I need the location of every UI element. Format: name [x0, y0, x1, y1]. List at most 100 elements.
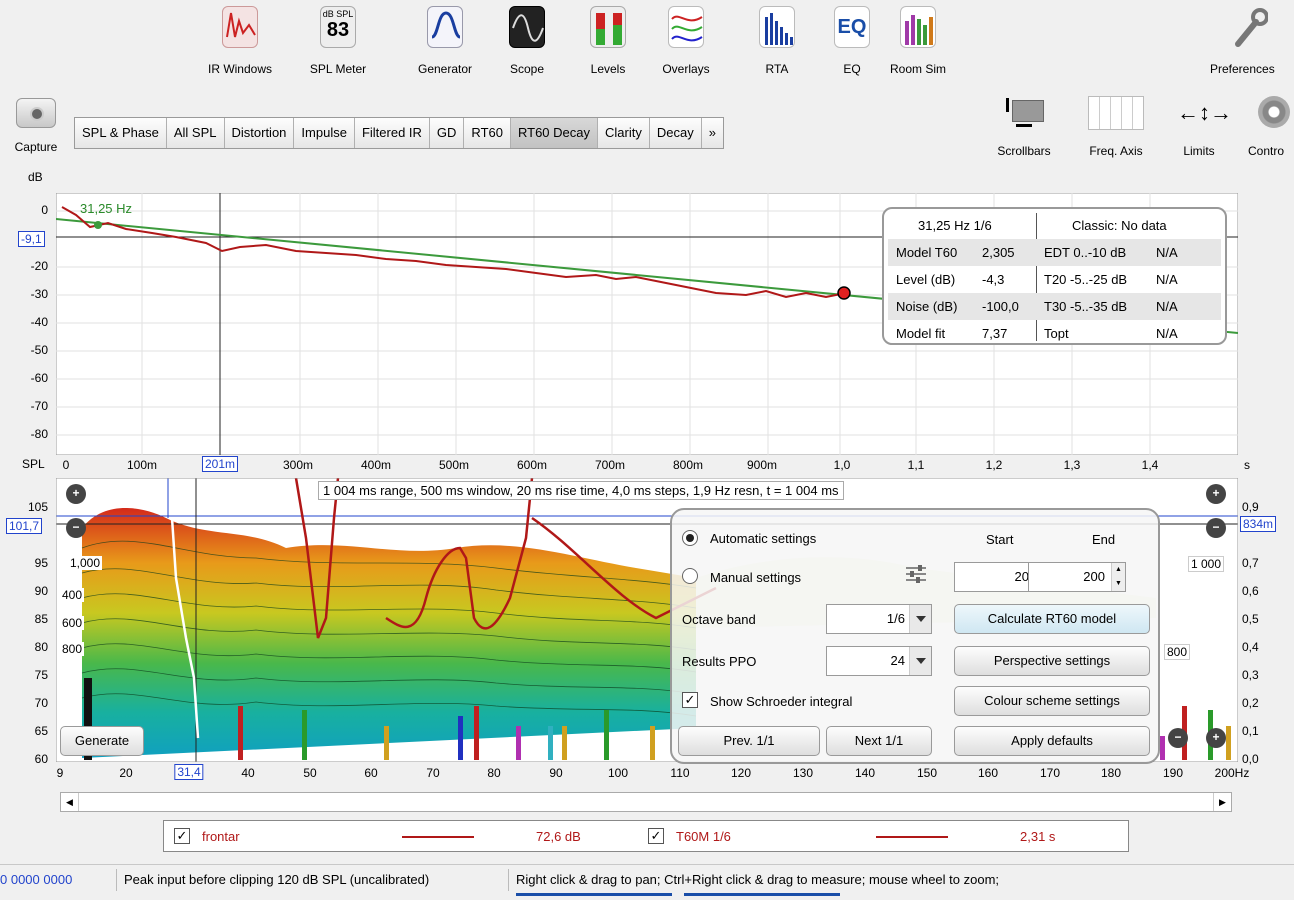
tab-rt60-decay[interactable]: RT60 Decay [510, 118, 598, 148]
meter-bar-left [516, 893, 672, 896]
octave-band-select[interactable]: 1/6 [826, 604, 932, 634]
time-x-tick: 100m [126, 458, 158, 472]
tab-gd[interactable]: GD [430, 118, 465, 148]
end-spinner-icon[interactable]: ▲ ▼ [1111, 563, 1125, 591]
freq-x-tick: 190 [1162, 766, 1184, 780]
spl-y-tick: 85 [34, 612, 48, 626]
scope-button[interactable]: Scope [487, 4, 567, 80]
rta-label: RTA [765, 62, 789, 76]
preferences-label: Preferences [1210, 62, 1275, 76]
top-y-tick: -30 [30, 287, 48, 301]
status-counter: 0 0000 0000 [0, 872, 73, 887]
tab-all-spl[interactable]: All SPL [167, 118, 225, 148]
right-cursor-value: 834m [1240, 516, 1277, 532]
generator-button[interactable]: Generator [405, 4, 485, 80]
waterfall-info-line: 1 004 ms range, 500 ms window, 20 ms ris… [318, 481, 844, 500]
legend-checkbox-t60m[interactable]: ✓ [648, 828, 664, 844]
next-button[interactable]: Next 1/1 [826, 726, 932, 756]
spl-y-tick: 80 [34, 640, 48, 654]
generate-button[interactable]: Generate [60, 726, 144, 756]
schroeder-checkbox[interactable]: ✓ [682, 692, 698, 708]
top-y-tick: -20 [30, 259, 48, 273]
zoom-in-right-icon[interactable]: + [1206, 484, 1226, 504]
chevron-down-icon [909, 647, 931, 675]
bottom-graph-unit: SPL [22, 457, 45, 471]
zoom-out-icon[interactable]: − [66, 518, 86, 538]
rta-icon [759, 6, 795, 48]
prev-button[interactable]: Prev. 1/1 [678, 726, 820, 756]
right-tick: 0,7 [1242, 556, 1259, 570]
tab-impulse[interactable]: Impulse [294, 118, 355, 148]
zoom-in-bottom-icon[interactable]: + [1206, 728, 1226, 748]
controls-button[interactable]: Contro [1240, 96, 1294, 158]
spl-y-tick: 70 [34, 696, 48, 710]
room-sim-icon [900, 6, 936, 48]
tab-spl-phase[interactable]: SPL & Phase [75, 118, 167, 148]
calculate-rt60-model-button[interactable]: Calculate RT60 model [954, 604, 1150, 634]
sliders-icon[interactable] [904, 562, 928, 586]
ir-windows-label: IR Windows [207, 62, 272, 76]
freq-x-tick: 40 [241, 766, 255, 780]
levels-button[interactable]: Levels [568, 4, 648, 80]
status-bar: 0 0000 0000 Peak input before clipping 1… [0, 864, 1294, 896]
info-key: T20 -5..-25 dB [1044, 272, 1128, 287]
spl-meter-button[interactable]: dB SPL 83 SPL Meter [298, 4, 378, 80]
freq-x-tick: 170 [1039, 766, 1061, 780]
zoom-out-right-icon[interactable]: − [1206, 518, 1226, 538]
start-value: 20 [1014, 569, 1029, 584]
scroll-right-icon[interactable]: ▶ [1213, 793, 1231, 811]
legend-checkbox-frontar[interactable]: ✓ [174, 828, 190, 844]
capture-button[interactable]: Capture [4, 98, 68, 162]
horizontal-scrollbar[interactable]: ◀ ▶ [60, 792, 1232, 812]
tab-more[interactable]: » [702, 118, 723, 148]
time-x-tick: 300m [282, 458, 314, 472]
graph-tabs: SPL & Phase All SPL Distortion Impulse F… [74, 117, 724, 149]
camera-icon [16, 98, 56, 128]
freq-x-tick: 180 [1100, 766, 1122, 780]
results-ppo-label: Results PPO [682, 654, 757, 669]
scroll-left-icon[interactable]: ◀ [61, 793, 79, 811]
time-x-tick: 1,0 [833, 458, 851, 472]
tab-distortion[interactable]: Distortion [225, 118, 295, 148]
time-x-tick: 0 [62, 458, 70, 472]
rt60-info-table: 31,25 Hz 1/6 Classic: No data Model T60 … [882, 207, 1227, 345]
right-tick: 0,4 [1242, 640, 1259, 654]
freq-x-tick: 20 [119, 766, 133, 780]
tab-rt60[interactable]: RT60 [464, 118, 511, 148]
time-x-tick: 1,4 [1141, 458, 1159, 472]
freq-axis-icon [1088, 96, 1144, 130]
tab-filtered-ir[interactable]: Filtered IR [355, 118, 430, 148]
perspective-settings-button[interactable]: Perspective settings [954, 646, 1150, 676]
scrollbars-label: Scrollbars [997, 144, 1051, 158]
freq-x-tick: 9 [56, 766, 64, 780]
zoom-out-bottom-icon[interactable]: − [1168, 728, 1188, 748]
overlays-button[interactable]: Overlays [646, 4, 726, 80]
freq-x-tick: 160 [977, 766, 999, 780]
end-input[interactable]: 200 ▲ ▼ [1028, 562, 1126, 592]
tab-decay[interactable]: Decay [650, 118, 702, 148]
colour-scheme-settings-button[interactable]: Colour scheme settings [954, 686, 1150, 716]
room-sim-button[interactable]: Room Sim [878, 4, 958, 80]
room-sim-label: Room Sim [889, 62, 946, 76]
status-peak: Peak input before clipping 120 dB SPL (u… [124, 872, 430, 887]
end-label: End [1092, 532, 1116, 547]
results-ppo-select[interactable]: 24 [826, 646, 932, 676]
zoom-in-icon[interactable]: + [66, 484, 86, 504]
manual-settings-radio[interactable] [682, 568, 698, 584]
rta-button[interactable]: RTA [737, 4, 817, 80]
generator-icon [427, 6, 463, 48]
apply-defaults-button[interactable]: Apply defaults [954, 726, 1150, 756]
spl-meter-icon-value: 83 [326, 19, 350, 41]
freq-axis-button[interactable]: Freq. Axis [1078, 96, 1154, 158]
spl-y-tick: 75 [34, 668, 48, 682]
limits-button[interactable]: ←↕→ Limits [1168, 96, 1232, 158]
ir-windows-button[interactable]: IR Windows [200, 4, 280, 80]
tab-clarity[interactable]: Clarity [598, 118, 650, 148]
time-x-tick: 800m [672, 458, 704, 472]
scrollbars-button[interactable]: Scrollbars [986, 96, 1062, 158]
automatic-settings-radio[interactable] [682, 530, 698, 546]
info-key: T30 -5..-35 dB [1044, 299, 1128, 314]
time-x-tick: 400m [360, 458, 392, 472]
depth-label: 800 [60, 642, 85, 656]
preferences-button[interactable]: Preferences [1206, 4, 1294, 80]
